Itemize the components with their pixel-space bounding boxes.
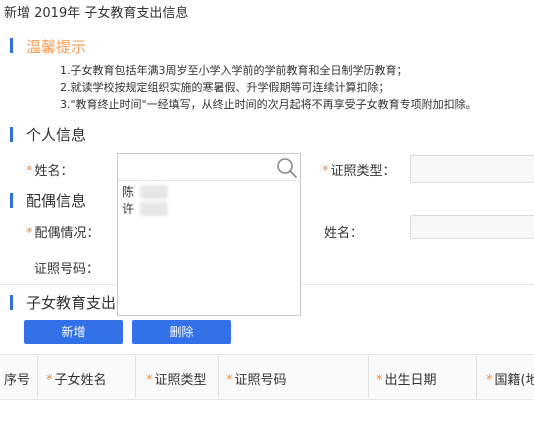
personal-info-title: 个人信息 [26,126,87,144]
id-type-select[interactable] [410,155,534,183]
required-mark: * [322,164,329,179]
spouse-id-number-label: 证照号码： [34,262,100,277]
section-marker [10,127,13,142]
tip-line: 1.子女教育包括年满3周岁至小学入学前的学前教育和全日制学历教育； [60,64,408,77]
spouse-name-label: 姓名： [324,226,364,241]
tip-line: 2.就读学校按规定组织实施的寒暑假、升学假期等可连续计算扣除； [60,81,390,94]
search-icon[interactable] [276,157,298,179]
column-header-id-type: * 证照类型 [146,373,207,388]
id-type-label: * 证照类型： [322,164,396,179]
column-header-index: 序号 [4,373,31,388]
tips-title: 温馨提示 [26,38,87,56]
redacted-text [140,202,168,216]
column-separator [135,356,136,398]
column-header-nationality: * 国籍(地 [486,373,534,388]
required-mark: * [26,164,33,179]
column-header-child-name: * 子女姓名 [46,373,107,388]
redacted-text [140,185,168,199]
required-mark: * [26,226,33,241]
spouse-status-label: * 配偶情况： [26,226,100,241]
column-separator [218,356,219,398]
column-separator [476,356,477,398]
dropdown-option[interactable]: 陈 [122,183,134,200]
dropdown-option[interactable]: 许 [122,200,134,217]
column-header-id-number: * 证照号码 [226,373,287,388]
name-dropdown[interactable]: 陈 许 [117,153,301,316]
section-marker [10,193,13,208]
column-header-birth-date: * 出生日期 [376,373,437,388]
column-separator [368,356,369,398]
column-separator [37,356,38,398]
dropdown-search-input[interactable] [118,154,300,181]
name-label: * 姓名： [26,164,74,179]
dialog-title: 新增 2019年 子女教育支出信息 [4,6,189,21]
spouse-info-title: 配偶信息 [26,192,87,210]
spouse-name-input[interactable] [410,215,534,239]
section-marker [10,295,13,310]
delete-button[interactable]: 删除 [132,320,231,344]
children-section-title: 子女教育支出 [26,294,117,312]
section-marker [10,38,13,53]
tip-line: 3."教育终止时间"一经填写，从终止时间的次月起将不再享受子女教育专项附加扣除。 [60,98,477,111]
add-button[interactable]: 新增 [24,320,123,344]
